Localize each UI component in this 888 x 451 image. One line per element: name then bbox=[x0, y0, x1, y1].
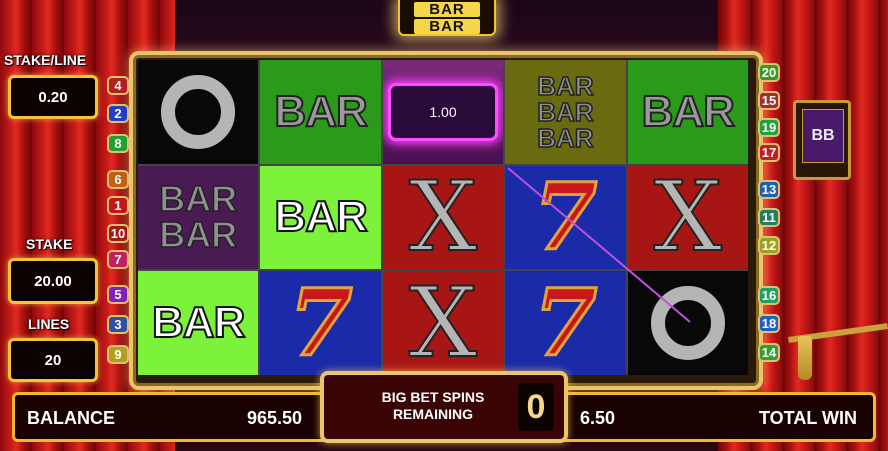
bar-text: BAR bbox=[536, 122, 594, 153]
bar-text: BAR bbox=[158, 214, 238, 256]
bar-symbol: BAR bbox=[641, 86, 736, 137]
o-symbol-icon bbox=[650, 286, 725, 361]
payline-number: 6 bbox=[107, 170, 129, 189]
bar-text: BAR bbox=[536, 70, 594, 101]
reel-cell-bar: BAR bbox=[627, 60, 748, 164]
payline-number: 19 bbox=[758, 118, 780, 137]
payline-number: 9 bbox=[107, 345, 129, 364]
x-symbol: X bbox=[408, 271, 478, 375]
triple-bar-symbol: BAR BAR BAR bbox=[536, 70, 594, 153]
reel-cell-o bbox=[627, 271, 748, 375]
payline-number: 11 bbox=[758, 208, 780, 227]
reel-cell-x: X bbox=[382, 165, 504, 270]
total-win-value: 6.50 bbox=[580, 408, 616, 428]
stake-label: STAKE bbox=[26, 236, 73, 252]
bar-symbol: BAR bbox=[273, 191, 368, 242]
reel-cell-o bbox=[138, 60, 259, 164]
big-bet-spins-panel: BIG BET SPINS REMAINING 0 bbox=[320, 371, 568, 443]
reel-cell-seven: 7 bbox=[260, 271, 381, 375]
reel-cell-double-bar: BAR BAR bbox=[138, 165, 259, 270]
bar-symbol: BAR bbox=[151, 297, 246, 348]
reel-grid: BAR 1.00 BAR BAR BAR BAR BAR BAR BAR X 7… bbox=[138, 60, 748, 375]
game-stage: BAR BAR BAR 1.00 BAR BAR BAR BAR BAR BAR… bbox=[0, 0, 888, 451]
big-bet-spins-label: BIG BET SPINS REMAINING bbox=[381, 389, 485, 422]
big-bet-button[interactable]: BB bbox=[793, 100, 851, 180]
o-symbol-icon bbox=[161, 74, 236, 149]
payline-number: 1 bbox=[107, 196, 129, 215]
big-bet-spins-count: 0 bbox=[518, 383, 554, 431]
reel-cell-seven: 7 bbox=[505, 271, 626, 375]
payline-number: 10 bbox=[107, 224, 129, 243]
payline-number: 15 bbox=[758, 91, 780, 110]
reel-cell-bar: BAR bbox=[138, 271, 259, 375]
payline-number: 12 bbox=[758, 236, 780, 255]
stake-line-value[interactable]: 0.20 bbox=[8, 75, 98, 119]
payline-number: 18 bbox=[758, 314, 780, 333]
seven-symbol: 7 bbox=[287, 271, 354, 375]
bar-text: BAR bbox=[158, 178, 238, 220]
payline-number: 8 bbox=[107, 134, 129, 153]
bar-symbol: BAR bbox=[273, 86, 368, 137]
lines-value[interactable]: 20 bbox=[8, 338, 98, 382]
total-win-label: TOTAL WIN bbox=[759, 408, 857, 428]
reel-cell-win: 1.00 bbox=[382, 60, 504, 164]
payline-number: 3 bbox=[107, 315, 129, 334]
payline-number: 17 bbox=[758, 143, 780, 162]
win-amount: 1.00 bbox=[387, 82, 498, 141]
big-bet-logo-icon: BB bbox=[802, 109, 844, 163]
lines-label: LINES bbox=[28, 316, 70, 332]
reel-cell-triple-bar: BAR BAR BAR bbox=[505, 60, 626, 164]
reel-cell-bar: BAR bbox=[260, 165, 381, 270]
balance-value: 965.50 bbox=[247, 408, 303, 428]
payline-number: 20 bbox=[758, 63, 780, 82]
payline-number: 16 bbox=[758, 286, 780, 305]
payline-number: 5 bbox=[107, 285, 129, 304]
tassel-icon bbox=[798, 336, 812, 380]
bar-text: BAR bbox=[536, 96, 594, 127]
payline-number: 14 bbox=[758, 343, 780, 362]
stake-value[interactable]: 20.00 bbox=[8, 258, 98, 304]
stake-line-label: STAKE/LINE bbox=[4, 52, 87, 68]
reel-cell-x: X bbox=[627, 165, 748, 270]
seven-symbol: 7 bbox=[532, 165, 599, 270]
double-bar-symbol: BAR BAR bbox=[158, 178, 238, 256]
reel-cell-seven: 7 bbox=[505, 165, 626, 270]
reel-cell-x: X bbox=[382, 271, 504, 375]
payline-number: 7 bbox=[107, 250, 129, 269]
payline-number: 4 bbox=[107, 76, 129, 95]
seven-symbol: 7 bbox=[532, 271, 599, 375]
x-symbol: X bbox=[408, 165, 478, 270]
balance-label: BALANCE bbox=[27, 408, 115, 428]
payline-number: 13 bbox=[758, 180, 780, 199]
logo-line-1: BAR bbox=[414, 2, 480, 17]
payline-number: 2 bbox=[107, 104, 129, 123]
game-logo: BAR BAR bbox=[398, 0, 496, 36]
reel-cell-bar: BAR bbox=[260, 60, 381, 164]
logo-line-2: BAR bbox=[414, 19, 480, 34]
x-symbol: X bbox=[653, 165, 723, 270]
